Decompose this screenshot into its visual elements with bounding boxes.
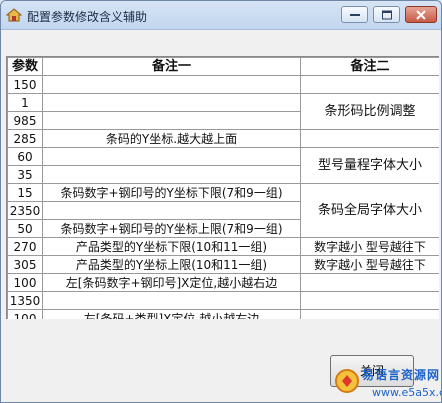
param-cell[interactable]: 100 [7, 273, 43, 292]
note2-cell[interactable] [300, 273, 439, 292]
header-note1: 备注一 [42, 57, 301, 76]
table-row[interactable]: 285 条码的Y坐标.越大越上面 [7, 129, 439, 148]
note1-cell[interactable]: 左[条码数字+钢印号]X定位,越小越右边 [42, 273, 301, 292]
param-cell[interactable]: 150 [7, 75, 43, 94]
table-row[interactable]: 100 左[条码数字+钢印号]X定位,越小越右边 [7, 273, 439, 292]
param-cell[interactable]: 1350 [7, 291, 43, 310]
note1-cell[interactable] [42, 291, 301, 310]
minimize-icon [349, 13, 360, 16]
table-row[interactable]: 150 [7, 75, 439, 94]
note1-cell[interactable] [42, 75, 301, 94]
table-row[interactable]: 100 左[条码+类型]X定位,越小越右边 [7, 309, 439, 319]
note1-cell[interactable]: 左[条码+类型]X定位,越小越右边 [42, 309, 301, 319]
param-cell[interactable]: 1 [7, 93, 43, 112]
note2-cell[interactable]: 型号量程字体大小 [300, 147, 439, 184]
table-row[interactable]: 305 产品类型的Y坐标上限(10和11一组) 数字越小 型号越往下 [7, 255, 439, 274]
param-cell[interactable]: 50 [7, 219, 43, 238]
param-cell[interactable]: 60 [7, 147, 43, 166]
minimize-button[interactable] [341, 6, 368, 23]
maximize-button[interactable] [373, 6, 400, 23]
note2-cell[interactable] [300, 129, 439, 148]
note1-cell[interactable] [42, 111, 301, 130]
maximize-icon [381, 10, 392, 19]
note2-cell[interactable]: 数字越小 型号越往下 [300, 237, 439, 256]
note2-cell[interactable] [300, 75, 439, 94]
table-row[interactable]: 60 型号量程字体大小 [7, 147, 439, 184]
note1-cell[interactable] [42, 201, 301, 220]
param-cell[interactable]: 985 [7, 111, 43, 130]
home-icon [6, 8, 22, 22]
note1-cell[interactable]: 条码的Y坐标.越大越上面 [42, 129, 301, 148]
note1-cell[interactable] [42, 165, 301, 184]
watermark-line2: www.e5a5x.com [372, 386, 441, 399]
note1-cell[interactable]: 产品类型的Y坐标上限(10和11一组) [42, 255, 301, 274]
watermark-line1: 易语言资源网 [362, 368, 441, 382]
param-table: 参数 备注一 备注二 150 1 条形码比例调整 985 285 条码的Y坐标.… [7, 57, 439, 319]
dialog-window: 配置参数修改含义辅助 参数 备注一 备注二 150 1 条形码比例调整 985 … [0, 0, 442, 403]
header-param: 参数 [7, 57, 43, 76]
note1-cell[interactable]: 产品类型的Y坐标下限(10和11一组) [42, 237, 301, 256]
note1-cell[interactable]: 条码数字+钢印号的Y坐标上限(7和9一组) [42, 219, 301, 238]
param-cell[interactable]: 2350 [7, 201, 43, 220]
param-table-container[interactable]: 参数 备注一 备注二 150 1 条形码比例调整 985 285 条码的Y坐标.… [6, 56, 439, 319]
note2-cell[interactable]: 条形码比例调整 [300, 93, 439, 130]
header-note2: 备注二 [300, 57, 439, 76]
param-cell[interactable]: 15 [7, 183, 43, 202]
note2-cell[interactable]: 条码全局字体大小 [300, 183, 439, 238]
param-cell[interactable]: 285 [7, 129, 43, 148]
note2-cell[interactable] [300, 309, 439, 319]
window-close-button[interactable] [405, 6, 437, 23]
param-cell[interactable]: 100 [7, 309, 43, 319]
param-cell[interactable]: 270 [7, 237, 43, 256]
note1-cell[interactable] [42, 147, 301, 166]
site-logo-icon [335, 369, 359, 393]
note1-cell[interactable] [42, 93, 301, 112]
note2-cell[interactable]: 数字越小 型号越往下 [300, 255, 439, 274]
table-row[interactable]: 15 条码数字+钢印号的Y坐标下限(7和9一组) 条码全局字体大小 [7, 183, 439, 238]
table-row[interactable]: 270 产品类型的Y坐标下限(10和11一组) 数字越小 型号越往下 [7, 237, 439, 256]
window-title: 配置参数修改含义辅助 [27, 10, 148, 24]
close-icon [416, 9, 426, 20]
table-row[interactable]: 1350 [7, 291, 439, 310]
note1-cell[interactable]: 条码数字+钢印号的Y坐标下限(7和9一组) [42, 183, 301, 202]
table-row[interactable]: 1 条形码比例调整 [7, 93, 439, 130]
param-cell[interactable]: 305 [7, 255, 43, 274]
note2-cell[interactable] [300, 291, 439, 310]
table-header-row: 参数 备注一 备注二 [7, 57, 439, 76]
title-bar[interactable]: 配置参数修改含义辅助 [1, 1, 441, 30]
param-cell[interactable]: 35 [7, 165, 43, 184]
watermark: 易语言资源网 www.e5a5x.com [334, 366, 441, 402]
